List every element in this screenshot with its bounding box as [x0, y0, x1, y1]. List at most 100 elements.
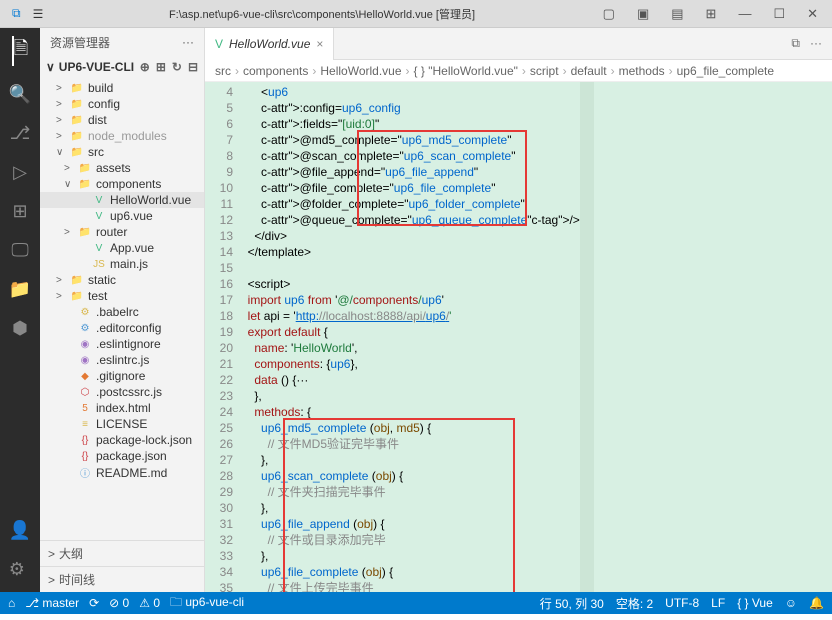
layout-btn-3[interactable]: ▤: [665, 4, 689, 24]
folder-icon[interactable]: 📁: [9, 279, 31, 300]
code-line[interactable]: c-attr">@md5_complete="up6_md5_complete": [241, 132, 580, 148]
tree-item[interactable]: >📁router: [40, 224, 204, 240]
gear-icon[interactable]: ⚙: [9, 559, 31, 580]
breadcrumb-seg[interactable]: methods: [619, 64, 665, 78]
errors[interactable]: ⊘ 0: [109, 596, 129, 610]
code-lines[interactable]: <up6 c-attr">:config=up6_config c-attr">…: [241, 82, 580, 592]
remote-indicator[interactable]: ⌂: [8, 596, 15, 610]
code-line[interactable]: c-attr">:config=up6_config: [241, 100, 580, 116]
collapse-icon[interactable]: ⊟: [188, 60, 198, 74]
layout-btn-4[interactable]: ⊞: [700, 4, 723, 24]
remote-icon[interactable]: 🖵: [11, 240, 28, 261]
eol[interactable]: LF: [711, 596, 725, 610]
branch[interactable]: ⎇ master: [25, 596, 79, 610]
tree-item[interactable]: ⚙.babelrc: [40, 304, 204, 320]
code-line[interactable]: up6_file_complete (obj) {: [241, 564, 580, 580]
language[interactable]: { } Vue: [737, 596, 773, 610]
scm-icon[interactable]: ⎇: [10, 123, 31, 144]
tree-item[interactable]: {}package-lock.json: [40, 432, 204, 448]
tree-item[interactable]: {}package.json: [40, 448, 204, 464]
tree-item[interactable]: >📁dist: [40, 112, 204, 128]
tree-item[interactable]: >📁assets: [40, 160, 204, 176]
breadcrumb-seg[interactable]: components: [243, 64, 308, 78]
code-line[interactable]: c-attr">@file_append="up6_file_append": [241, 164, 580, 180]
tree-item[interactable]: ≡LICENSE: [40, 416, 204, 432]
tree-item[interactable]: >📁build: [40, 80, 204, 96]
tree-item[interactable]: >📁test: [40, 288, 204, 304]
refresh-icon[interactable]: ↻: [172, 60, 182, 74]
extensions-icon[interactable]: ⊞: [12, 201, 27, 222]
tree-item[interactable]: >📁config: [40, 96, 204, 112]
close-button[interactable]: ✕: [801, 4, 824, 24]
code-line[interactable]: import up6 from '@/components/up6': [241, 292, 580, 308]
code-area[interactable]: 4567891011121314151617181920212223242526…: [205, 82, 832, 592]
indent[interactable]: 空格: 2: [616, 595, 653, 612]
timeline-section[interactable]: >时间线: [40, 566, 204, 592]
code-line[interactable]: </template>: [241, 244, 580, 260]
breadcrumb-seg[interactable]: { } "HelloWorld.vue": [414, 64, 518, 78]
tree-item[interactable]: VHelloWorld.vue: [40, 192, 204, 208]
code-line[interactable]: },: [241, 388, 580, 404]
tree-item[interactable]: 5index.html: [40, 400, 204, 416]
tree-item[interactable]: ⓘREADME.md: [40, 464, 204, 481]
tree-item[interactable]: JSmain.js: [40, 256, 204, 272]
tree-item[interactable]: ⬡.postcssrc.js: [40, 384, 204, 400]
code-line[interactable]: // 文件或目录添加完毕: [241, 532, 580, 548]
tab-helloworld[interactable]: V HelloWorld.vue ×: [205, 28, 334, 60]
minimap[interactable]: [580, 82, 594, 592]
code-line[interactable]: up6_file_append (obj) {: [241, 516, 580, 532]
code-line[interactable]: },: [241, 548, 580, 564]
breadcrumb-seg[interactable]: script: [530, 64, 559, 78]
code-line[interactable]: // 文件夹扫描完毕事件: [241, 484, 580, 500]
code-line[interactable]: up6_md5_complete (obj, md5) {: [241, 420, 580, 436]
code-line[interactable]: </div>: [241, 228, 580, 244]
code-line[interactable]: c-attr">@folder_complete="up6_folder_com…: [241, 196, 580, 212]
code-line[interactable]: data () {···: [241, 372, 580, 388]
bell-icon[interactable]: 🔔: [809, 596, 824, 610]
new-file-icon[interactable]: ⊕: [140, 60, 150, 74]
warnings[interactable]: ⚠ 0: [139, 596, 160, 610]
tree-item[interactable]: Vup6.vue: [40, 208, 204, 224]
code-line[interactable]: name: 'HelloWorld',: [241, 340, 580, 356]
breadcrumb-seg[interactable]: up6_file_complete: [677, 64, 774, 78]
tree-item[interactable]: ◆.gitignore: [40, 368, 204, 384]
split-icon[interactable]: ⧉: [791, 36, 800, 51]
tree-item[interactable]: ⚙.editorconfig: [40, 320, 204, 336]
db-icon[interactable]: ⬢: [12, 318, 28, 339]
more-icon[interactable]: ···: [810, 36, 822, 51]
code-line[interactable]: // 文件MD5验证完毕事件: [241, 436, 580, 452]
code-line[interactable]: },: [241, 452, 580, 468]
cursor-position[interactable]: 行 50, 列 30: [540, 595, 604, 612]
code-line[interactable]: [241, 260, 580, 276]
tree-item[interactable]: ◉.eslintignore: [40, 336, 204, 352]
new-folder-icon[interactable]: ⊞: [156, 60, 166, 74]
tree-item[interactable]: >📁static: [40, 272, 204, 288]
code-line[interactable]: components: {up6},: [241, 356, 580, 372]
layout-btn-1[interactable]: ▢: [597, 4, 621, 24]
tree-item[interactable]: ∨📁src: [40, 144, 204, 160]
search-icon[interactable]: 🔍: [9, 84, 31, 105]
code-line[interactable]: <up6: [241, 84, 580, 100]
feedback-icon[interactable]: ☺: [785, 596, 797, 610]
code-line[interactable]: c-attr">@scan_complete="up6_scan_complet…: [241, 148, 580, 164]
account-icon[interactable]: 👤: [9, 520, 31, 541]
code-line[interactable]: c-attr">@file_complete="up6_file_complet…: [241, 180, 580, 196]
tree-item[interactable]: >📁node_modules: [40, 128, 204, 144]
breadcrumb-seg[interactable]: src: [215, 64, 231, 78]
code-line[interactable]: },: [241, 500, 580, 516]
breadcrumb-seg[interactable]: default: [571, 64, 607, 78]
code-line[interactable]: // 文件上传完毕事件: [241, 580, 580, 592]
code-line[interactable]: c-attr">:fields="[uid:0]": [241, 116, 580, 132]
breadcrumb[interactable]: src›components›HelloWorld.vue›{ } "Hello…: [205, 60, 832, 82]
hamburger-icon[interactable]: ☰: [29, 5, 48, 23]
close-tab-icon[interactable]: ×: [316, 37, 323, 51]
tree-item[interactable]: ∨📁components: [40, 176, 204, 192]
encoding[interactable]: UTF-8: [665, 596, 699, 610]
minimize-button[interactable]: —: [732, 4, 757, 23]
outline-section[interactable]: >大纲: [40, 540, 204, 566]
folder[interactable]: 🗀 up6-vue-cli: [170, 593, 244, 614]
code-line[interactable]: <script>: [241, 276, 580, 292]
code-line[interactable]: export default {: [241, 324, 580, 340]
maximize-button[interactable]: ☐: [767, 4, 791, 24]
tree-item[interactable]: VApp.vue: [40, 240, 204, 256]
